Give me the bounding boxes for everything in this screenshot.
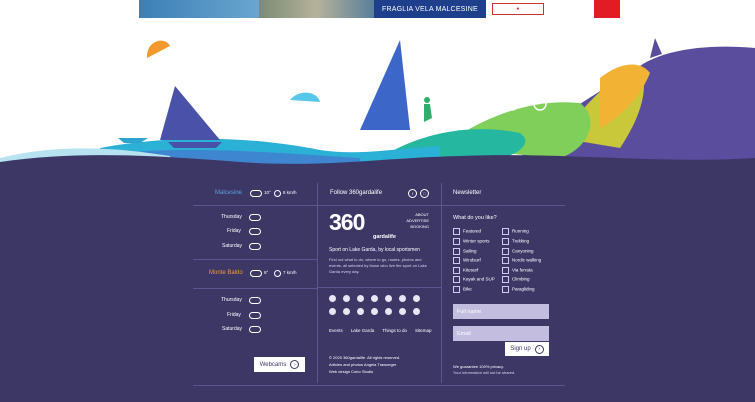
forecast-day: Friday	[227, 312, 241, 318]
paragliding-icon[interactable]	[413, 308, 420, 315]
follow-panel: Follow 360gardalife f □ 360 gardalife AB…	[317, 183, 441, 383]
banner-logo: ●	[491, 3, 544, 15]
checkbox-bike[interactable]: Bike	[453, 286, 472, 293]
banner-image-town	[259, 0, 374, 18]
windsurf-icon[interactable]	[371, 295, 378, 302]
climber-icon	[650, 38, 662, 58]
top-banner[interactable]: FRAGLIA VELA MALCESINE ●	[139, 0, 620, 18]
credits-articles: Articles and photos Angela Trawoeger	[329, 362, 397, 367]
wind-speed: 8 km/h	[283, 190, 297, 195]
bike-icon[interactable]	[413, 295, 420, 302]
cloud-icon	[249, 312, 261, 319]
checkbox-featured[interactable]: Featured	[453, 228, 481, 235]
link-things-to-do[interactable]: Things to do	[382, 328, 407, 333]
winter-sports-icon[interactable]	[343, 295, 350, 302]
checkbox-canyoning[interactable]: Canyoning	[502, 248, 534, 255]
featured-icon[interactable]	[329, 295, 336, 302]
banner-ad: FRAGLIA VELA MALCESINE ●	[374, 0, 620, 18]
logo[interactable]: 360 gardalife	[329, 209, 396, 240]
privacy-guarantee: We guarantee 100% privacy.	[453, 364, 504, 369]
paraglider-icon	[146, 40, 170, 58]
webcams-button[interactable]: Webcams ›	[254, 357, 305, 372]
sailing-icon[interactable]	[357, 295, 364, 302]
facebook-icon[interactable]: f	[408, 189, 417, 198]
temperature: 8°	[264, 270, 269, 275]
trekking-icon[interactable]	[343, 308, 350, 315]
checkbox-windsurf[interactable]: Windsurf	[453, 257, 481, 264]
instagram-icon[interactable]: □	[420, 189, 429, 198]
banner-red-block	[594, 0, 620, 18]
cloud-icon	[250, 190, 262, 197]
weather-panel: Malcesine 10° 8 km/h Thursday Friday Sat…	[193, 183, 317, 383]
bike-icon	[505, 97, 519, 111]
newsletter-question: What do you like?	[453, 215, 497, 221]
weather-location[interactable]: Malcesine	[215, 190, 242, 196]
cloud-icon	[249, 228, 261, 235]
arrow-right-icon: ›	[290, 360, 300, 369]
sports-icons	[329, 295, 433, 315]
wind-speed: 7 km/h	[283, 270, 297, 275]
webcams-label: Webcams	[259, 361, 287, 368]
arrow-right-icon: ›	[534, 344, 544, 354]
checkbox-via-ferrata[interactable]: Via ferrata	[502, 267, 533, 274]
menu-booking[interactable]: BOOKING	[410, 224, 429, 229]
banner-image-lake	[139, 0, 259, 18]
cloud-icon	[249, 243, 261, 250]
menu-advertise[interactable]: ADVERTISE	[406, 218, 429, 223]
checkbox-running[interactable]: Running	[502, 228, 529, 235]
follow-title: Follow 360gardalife	[330, 190, 383, 196]
weather-location[interactable]: Monte Baldo	[209, 270, 243, 276]
runner-icon	[424, 97, 430, 103]
via-ferrata-icon[interactable]	[385, 308, 392, 315]
checkbox-kayak-sup[interactable]: Kayak and SUP	[453, 276, 495, 283]
description: Find out what to do, where to go, routes…	[329, 257, 427, 274]
logo-subtitle: gardalife	[373, 234, 396, 240]
signup-label: Sign up	[510, 346, 531, 352]
canyoning-icon[interactable]	[357, 308, 364, 315]
cloud-icon	[249, 214, 261, 221]
cloud-icon	[250, 270, 262, 277]
forecast-day: Thursday	[221, 214, 242, 220]
checkbox-climbing[interactable]: Climbing	[502, 276, 530, 283]
sailboat-icon	[160, 86, 220, 140]
logo-number: 360	[329, 209, 365, 235]
forecast-day: Thursday	[221, 297, 242, 303]
checkbox-kitesurf[interactable]: Kitesurf	[453, 267, 478, 274]
checkbox-winter-sports[interactable]: Winter sports	[453, 238, 490, 245]
nordic-walking-icon[interactable]	[371, 308, 378, 315]
link-sitemap[interactable]: Sitemap	[415, 328, 432, 333]
banner-title: FRAGLIA VELA MALCESINE	[374, 0, 486, 18]
tagline: Sport on Lake Garda, by local sportsmen	[329, 247, 420, 253]
privacy-note: Your information will not be shared.	[453, 370, 516, 375]
checkbox-paragliding[interactable]: Paragliding	[502, 286, 535, 293]
wind-icon	[274, 190, 281, 197]
running-icon[interactable]	[329, 308, 336, 315]
credits-design: Web design Cobo Studio	[329, 369, 374, 374]
forecast-day: Saturday	[222, 326, 243, 332]
cloud-icon	[249, 297, 261, 304]
windsurf-icon	[360, 40, 410, 130]
temperature: 10°	[264, 190, 271, 195]
signup-button[interactable]: Sign up ›	[505, 342, 549, 356]
wind-icon	[274, 270, 281, 277]
forecast-day: Friday	[227, 228, 241, 234]
footer-links: Events Lake Garda Things to do Sitemap	[329, 328, 432, 333]
forecast-day: Saturday	[222, 243, 243, 249]
cloud-icon	[249, 326, 261, 333]
kitesurf-icon[interactable]	[385, 295, 392, 302]
kayak-icon[interactable]	[399, 295, 406, 302]
email-input[interactable]: Email	[453, 326, 549, 341]
link-events[interactable]: Events	[329, 328, 343, 333]
newsletter-title: Newsletter	[453, 190, 482, 196]
climbing-icon[interactable]	[399, 308, 406, 315]
checkbox-nordic-walking[interactable]: Nordic walking	[502, 257, 541, 264]
divider	[193, 385, 565, 386]
link-lake-garda[interactable]: Lake Garda	[351, 328, 375, 333]
checkbox-trekking[interactable]: Trekking	[502, 238, 529, 245]
copyright: © 2020 360gardalife. All rights reserved…	[329, 355, 401, 360]
menu-about[interactable]: ABOUT	[415, 212, 429, 217]
checkbox-sailing[interactable]: Sailing	[453, 248, 477, 255]
full-name-input[interactable]: Full name	[453, 304, 549, 319]
